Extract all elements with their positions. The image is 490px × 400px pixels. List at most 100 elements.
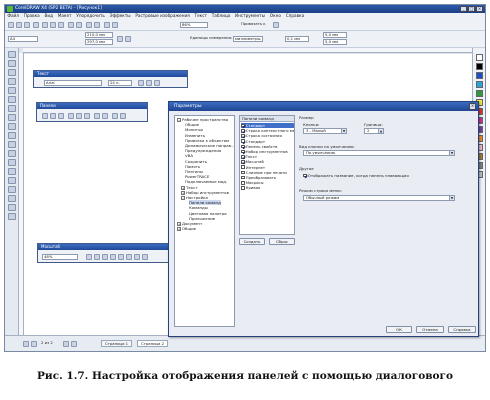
redo-icon[interactable]	[76, 22, 82, 28]
options-icon[interactable]	[273, 22, 279, 28]
swatch-none[interactable]	[476, 54, 483, 61]
swatch-cyan[interactable]	[476, 81, 483, 88]
collapse-icon[interactable]: −	[177, 118, 181, 122]
zoom-out-icon[interactable]	[94, 254, 100, 260]
cut-icon[interactable]	[42, 22, 48, 28]
welcome-icon[interactable]	[112, 22, 118, 28]
button-size-select[interactable]: 3 - Малый ▼	[303, 128, 347, 134]
zoom-toolbar-level[interactable]: 48%	[42, 254, 78, 260]
pick-tool-icon[interactable]	[8, 51, 16, 58]
crop-tool-icon[interactable]	[8, 69, 16, 76]
toolbar-visible-checkbox[interactable]	[241, 134, 245, 138]
toolbar-visible-checkbox[interactable]	[241, 128, 245, 133]
menu-arrange[interactable]: Упорядочить	[74, 13, 107, 18]
export-icon[interactable]	[94, 22, 100, 28]
landscape-icon[interactable]	[125, 36, 131, 42]
fill-tool-icon[interactable]	[8, 204, 16, 211]
spinner-arrows-icon[interactable]: ▲	[378, 129, 383, 133]
border-spinner[interactable]: 2 ▲	[364, 128, 384, 134]
menu-mode-select[interactable]: Обычный режим ▼	[303, 195, 455, 201]
menu-view[interactable]: Вид	[42, 13, 55, 18]
zoom-all-icon[interactable]	[110, 254, 116, 260]
cancel-button[interactable]: Отмена	[416, 326, 444, 333]
shape-tool-icon[interactable]	[8, 60, 16, 67]
connector-tool-icon[interactable]	[8, 168, 16, 175]
zoom-level-select[interactable]: 86%	[180, 22, 208, 28]
new-icon[interactable]	[8, 22, 14, 28]
copy-icon[interactable]	[50, 22, 56, 28]
toolbar-visible-checkbox[interactable]	[241, 180, 245, 185]
snap-to-button[interactable]: Привязать к	[241, 21, 266, 27]
last-page-icon[interactable]	[71, 341, 77, 347]
floating-title-option[interactable]: Отображать название, когда панель плаваю…	[303, 173, 409, 178]
align-toolbar-title[interactable]: Панели	[37, 103, 147, 109]
ungroup-icon[interactable]	[102, 113, 108, 119]
zoom-height-icon[interactable]	[134, 254, 140, 260]
menu-layout[interactable]: Макет	[55, 13, 74, 18]
portrait-icon[interactable]	[117, 36, 123, 42]
smart-fill-tool-icon[interactable]	[8, 96, 16, 103]
tree-item[interactable]: +Общие	[177, 226, 196, 232]
blend-tool-icon[interactable]	[8, 177, 16, 184]
page-tab-1[interactable]: Страница 1	[101, 340, 133, 347]
interactive-fill-tool-icon[interactable]	[8, 213, 16, 220]
toolbar-visible-checkbox[interactable]	[241, 139, 245, 143]
next-page-icon[interactable]	[63, 341, 69, 347]
duplicate-y-field[interactable]: 5,0 мм	[323, 39, 347, 45]
new-toolbar-button[interactable]: Создать	[239, 238, 265, 245]
page-width-field[interactable]: 210,0 мм	[85, 32, 113, 38]
toolbar-visible-checkbox[interactable]	[241, 144, 245, 149]
menu-window[interactable]: Окно	[267, 13, 283, 18]
paper-size-select[interactable]: A4	[8, 36, 38, 42]
help-button[interactable]: Справка	[448, 326, 476, 333]
italic-icon[interactable]	[146, 80, 152, 86]
zoom-toolbar-title[interactable]: Масштаб	[38, 244, 168, 250]
menu-effects[interactable]: Эффекты	[107, 13, 133, 18]
prev-page-icon[interactable]	[31, 341, 37, 347]
ellipse-tool-icon[interactable]	[8, 114, 16, 121]
toolbar-visible-checkbox[interactable]	[241, 165, 245, 169]
minimize-button[interactable]: _	[460, 6, 467, 12]
toolbar-visible-checkbox[interactable]	[241, 123, 245, 128]
dialog-title[interactable]: Параметры	[169, 102, 478, 111]
first-page-icon[interactable]	[23, 341, 29, 347]
swatch-black[interactable]	[476, 63, 483, 70]
freehand-tool-icon[interactable]	[8, 87, 16, 94]
floating-title-checkbox[interactable]	[303, 173, 307, 178]
font-select[interactable]: Arial	[44, 80, 102, 86]
basic-shapes-tool-icon[interactable]	[8, 132, 16, 139]
zoom-page-icon[interactable]	[118, 254, 124, 260]
swatch-blue[interactable]	[476, 72, 483, 79]
text-tool-icon[interactable]	[8, 141, 16, 148]
bold-icon[interactable]	[138, 80, 144, 86]
menu-bitmaps[interactable]: Растровые изображения	[133, 13, 192, 18]
text-toolbar-title[interactable]: Текст	[34, 71, 187, 77]
hand-tool-icon[interactable]	[142, 254, 148, 260]
import-icon[interactable]	[86, 22, 92, 28]
duplicate-x-field[interactable]: 5,0 мм	[323, 32, 347, 38]
align-left-icon[interactable]	[42, 113, 48, 119]
toolbar-visible-checkbox[interactable]	[241, 149, 245, 154]
toolbar-visible-checkbox[interactable]	[241, 175, 245, 180]
toolbar-visible-checkbox[interactable]	[241, 160, 245, 164]
group-icon[interactable]	[94, 113, 100, 119]
to-front-icon[interactable]	[112, 113, 118, 119]
close-button[interactable]: ×	[476, 6, 483, 12]
dimension-tool-icon[interactable]	[8, 159, 16, 166]
toolbar-visible-checkbox[interactable]	[241, 154, 245, 159]
zoom-in-icon[interactable]	[86, 254, 92, 260]
zoom-selected-icon[interactable]	[102, 254, 108, 260]
nudge-distance-field[interactable]: 0,1 мм	[285, 36, 309, 42]
page-tab-2[interactable]: Страница 2	[137, 340, 169, 347]
undo-icon[interactable]	[68, 22, 74, 28]
outline-tool-icon[interactable]	[8, 195, 16, 202]
table-tool-icon[interactable]	[8, 150, 16, 157]
align-right-icon[interactable]	[58, 113, 64, 119]
print-icon[interactable]	[33, 22, 39, 28]
save-icon[interactable]	[24, 22, 30, 28]
underline-icon[interactable]	[154, 80, 160, 86]
menu-text[interactable]: Текст	[192, 13, 209, 18]
toolbar-visible-checkbox[interactable]	[241, 186, 245, 190]
menu-help[interactable]: Справка	[283, 13, 306, 18]
eyedropper-tool-icon[interactable]	[8, 186, 16, 193]
